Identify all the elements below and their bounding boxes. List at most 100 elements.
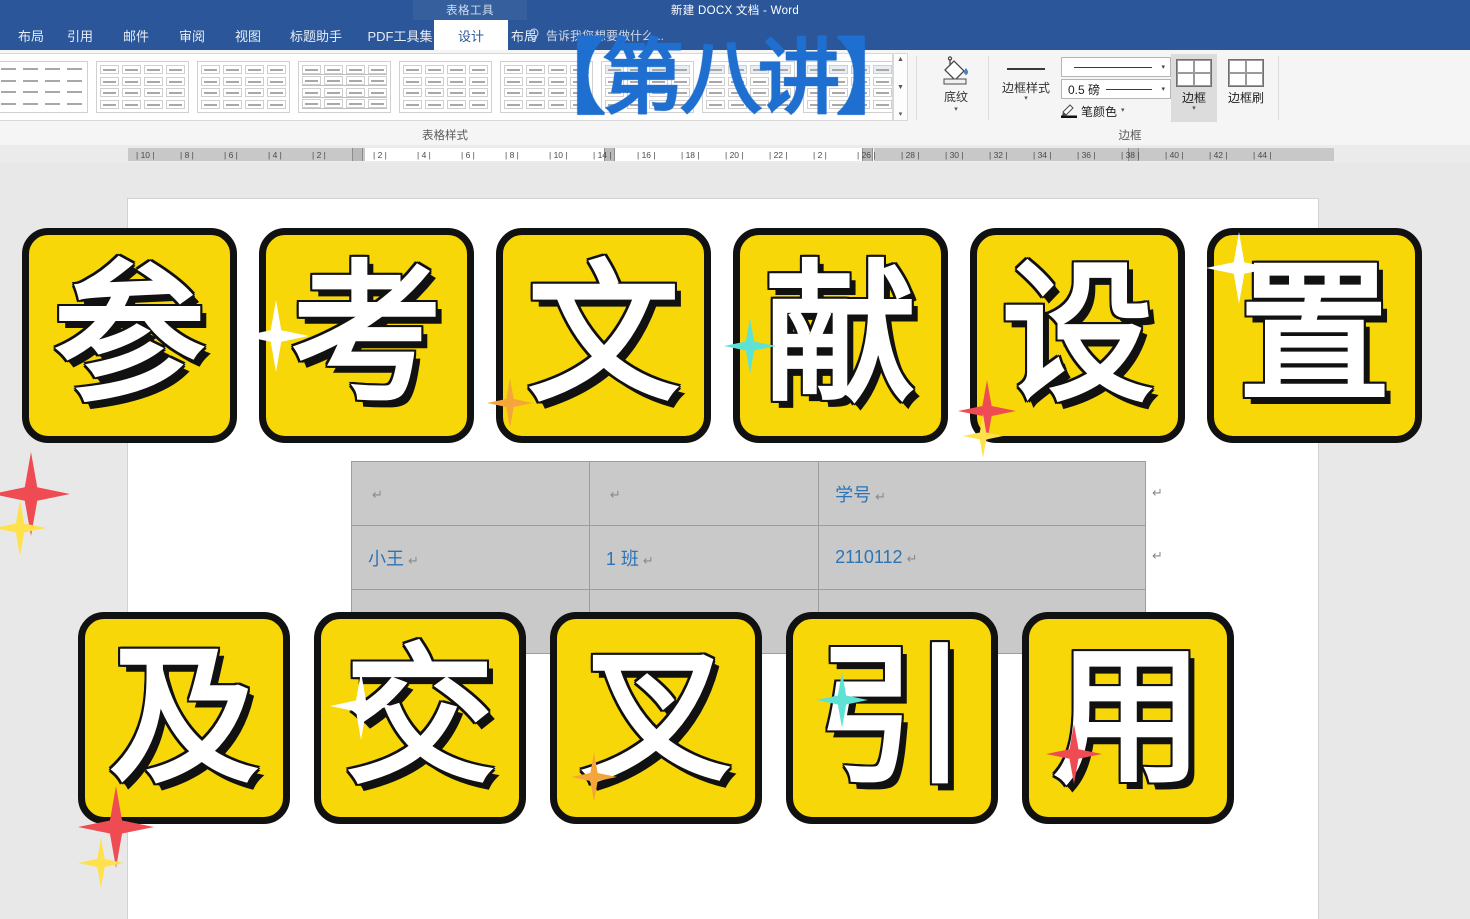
ruler-tick: | 10 |	[136, 150, 155, 160]
chevron-down-icon[interactable]: ▾	[1024, 95, 1028, 102]
paragraph-mark-icon: ↵	[609, 487, 621, 502]
pen-color-icon	[1061, 104, 1077, 118]
shading-label: 底纹	[943, 90, 968, 104]
gallery-scroll-up-icon[interactable]: ▲	[897, 56, 904, 63]
shading-button[interactable]: 底纹 ▾	[930, 54, 982, 120]
ribbon-tab-label: 邮件	[122, 28, 149, 44]
ruler-tick: | 34 |	[1033, 150, 1052, 160]
table-style-thumb[interactable]	[0, 61, 88, 113]
ruler-tick: | 22 |	[769, 150, 788, 160]
horizontal-ruler[interactable]: | 10 | | 8 | | 6 | | 4 | | 2 | | 2 | | 4 | | 6 …	[0, 145, 1470, 164]
border-style-label: 边框样式	[1001, 81, 1050, 95]
table-styles-gallery[interactable]	[0, 53, 893, 121]
title-bar: 表格工具 新建 DOCX 文档 - Word	[0, 0, 1470, 20]
border-painter-icon	[1228, 59, 1264, 87]
cell-text: 1 班	[605, 548, 639, 569]
ribbon-tab-label: 审阅	[178, 28, 205, 44]
border-painter-button[interactable]: 边框刷	[1221, 54, 1271, 122]
ribbon-tab-strip: 布局 引用 邮件 审阅 视图 标题助手 PDF工具集 设计 布局	[0, 20, 1470, 50]
gallery-more-icon[interactable]: ▾	[899, 111, 903, 118]
line-style-preview-icon	[1074, 66, 1152, 68]
table-style-thumb[interactable]	[702, 61, 795, 113]
line-style-combo[interactable]: ▾	[1061, 57, 1171, 77]
cell-text: 小王	[368, 548, 404, 569]
group-label-borders: 边框	[1118, 130, 1142, 142]
ruler-tick: | 6 |	[224, 150, 238, 160]
paragraph-mark-icon: ↵	[372, 487, 383, 502]
chevron-down-icon[interactable]: ▾	[954, 106, 958, 113]
table-style-thumb[interactable]	[803, 61, 892, 113]
borders-button-label: 边框	[1181, 91, 1206, 105]
table-style-thumb[interactable]	[96, 61, 189, 113]
tell-me-box[interactable]: 告诉我您想要做什么...	[528, 20, 664, 50]
paragraph-mark-icon: ↵	[408, 552, 419, 568]
table-cell[interactable]: ↵	[351, 461, 590, 526]
ribbon-body: ▲ ▼ ▾ 底纹 ▾ 边框样式 ▾ ▾ 0.5 磅 ▾ 笔颜色 ▾ 边框 ▾ 边…	[0, 50, 1470, 125]
ruler-tick: | 4 |	[268, 150, 282, 160]
paint-bucket-icon	[939, 56, 973, 86]
chevron-down-icon[interactable]: ▾	[1161, 85, 1165, 93]
ruler-tick: | 28 |	[901, 150, 920, 160]
cell-text: 小张	[368, 612, 404, 633]
ruler-tick: | 16 |	[637, 150, 656, 160]
paragraph-mark-icon: ↵	[875, 488, 887, 504]
document-canvas[interactable]: ↵ ↵ 学号 ↵ 小王 ↵ 1 班 ↵ 2110112 ↵ 小张 ↵ 2 班 ↵ ↵ ↵ ↵…	[0, 163, 1470, 919]
gallery-scroll-down-icon[interactable]: ▼	[897, 84, 904, 91]
table-style-thumb[interactable]	[197, 61, 290, 113]
table-row[interactable]: 小王 ↵ 1 班 ↵ 2110112 ↵	[351, 525, 1146, 590]
ruler-tick: | 2 |	[373, 150, 387, 160]
ruler-tick: | 18 |	[681, 150, 700, 160]
cell-text: 2 班	[605, 612, 639, 633]
lightbulb-icon	[528, 28, 540, 42]
table-style-thumb[interactable]	[399, 61, 492, 113]
ruler-tick: | 8 |	[505, 150, 519, 160]
ruler-tick: | 44 |	[1253, 150, 1272, 160]
ruler-tick: | 32 |	[989, 150, 1008, 160]
table-cell[interactable]: 2110112 ↵	[818, 525, 1146, 590]
table-cell[interactable]: 小张 ↵	[351, 589, 590, 654]
chevron-down-icon[interactable]: ▾	[1192, 105, 1196, 112]
table-style-thumb[interactable]	[500, 61, 593, 113]
ruler-tick: | 6 |	[461, 150, 475, 160]
contextual-tab-label: 表格工具	[413, 0, 527, 20]
pen-color-button[interactable]: 笔颜色 ▾	[1061, 102, 1125, 120]
table-cell[interactable]: ↵	[588, 461, 820, 526]
ruler-tick: | 26 |	[857, 150, 876, 160]
document-page[interactable]: ↵ ↵ 学号 ↵ 小王 ↵ 1 班 ↵ 2110112 ↵ 小张 ↵ 2 班 ↵ ↵ ↵ ↵…	[128, 199, 1318, 919]
group-divider	[988, 56, 989, 120]
paragraph-mark-icon: ↵	[408, 616, 419, 632]
table-cell[interactable]: ↵	[818, 589, 1146, 654]
ribbon: ▲ ▼ ▾ 底纹 ▾ 边框样式 ▾ ▾ 0.5 磅 ▾ 笔颜色 ▾ 边框 ▾ 边…	[0, 50, 1470, 180]
table-cell-header-studentid[interactable]: 学号 ↵	[818, 461, 1146, 526]
document-table[interactable]: ↵ ↵ 学号 ↵ 小王 ↵ 1 班 ↵ 2110112 ↵ 小张 ↵ 2 班 ↵ ↵	[351, 461, 1146, 654]
paragraph-mark-icon: ↵	[1152, 610, 1163, 626]
chevron-down-icon[interactable]: ▾	[1161, 63, 1165, 71]
borders-button[interactable]: 边框 ▾	[1171, 54, 1217, 122]
ribbon-tab-label: 布局	[17, 28, 44, 44]
table-cell[interactable]: 2 班 ↵	[588, 589, 820, 654]
border-style-button[interactable]: 边框样式 ▾	[995, 56, 1057, 118]
table-style-thumb[interactable]	[298, 61, 391, 113]
line-weight-combo[interactable]: 0.5 磅 ▾	[1061, 79, 1171, 99]
pen-color-label: 笔颜色	[1081, 104, 1118, 119]
ribbon-group-labels: 表格样式 边框	[0, 125, 1470, 145]
table-row[interactable]: ↵ ↵ 学号 ↵	[351, 461, 1146, 526]
tell-me-text: 告诉我您想要做什么...	[546, 28, 665, 43]
cell-text: 2110112	[835, 547, 903, 567]
table-row[interactable]: 小张 ↵ 2 班 ↵ ↵	[351, 589, 1146, 654]
gallery-scrollbar[interactable]: ▲ ▼ ▾	[893, 53, 908, 121]
ruler-tick: | 36 |	[1077, 150, 1096, 160]
line-weight-preview-icon	[1106, 88, 1152, 90]
outside-paragraph-marks: ↵ ↵ ↵	[1152, 461, 1192, 650]
ruler-tick: | 40 |	[1165, 150, 1184, 160]
table-cell[interactable]: 1 班 ↵	[588, 525, 820, 590]
border-style-preview-icon	[1007, 68, 1045, 70]
table-style-thumb[interactable]	[601, 61, 694, 113]
chevron-down-icon[interactable]: ▾	[1121, 107, 1125, 114]
ruler-tick: | 42 |	[1209, 150, 1228, 160]
paragraph-mark-icon: ↵	[642, 616, 654, 632]
window-title: 新建 DOCX 文档 - Word	[670, 5, 800, 17]
ruler-tick: | 20 |	[725, 150, 744, 160]
table-cell[interactable]: 小王 ↵	[351, 525, 590, 590]
ruler-tick: | 10 |	[549, 150, 568, 160]
